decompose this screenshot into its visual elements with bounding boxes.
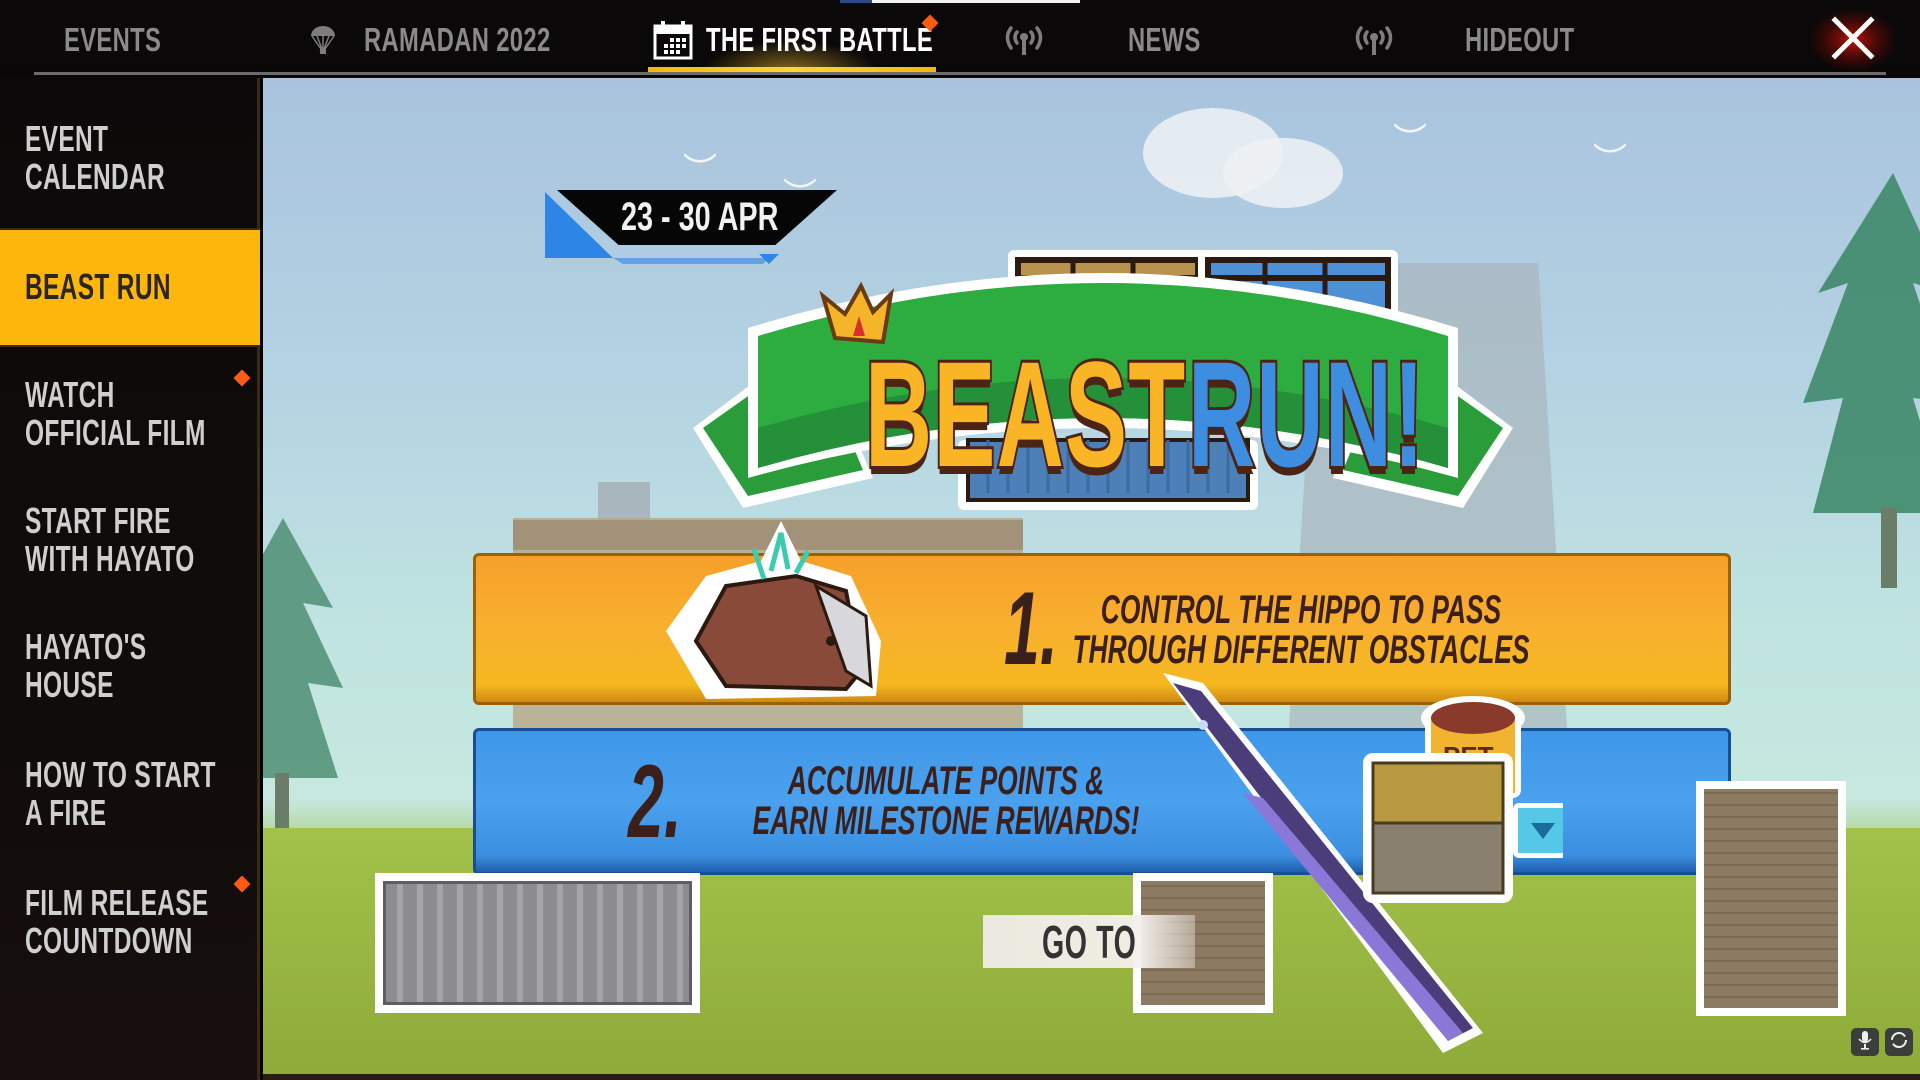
step-number: 1. xyxy=(1004,571,1058,687)
refresh-icon xyxy=(1889,1030,1909,1055)
sidebar-item-how-to-start-a-fire[interactable]: HOW TO START A FIRE xyxy=(0,750,260,860)
step-number: 2. xyxy=(628,744,682,860)
bird-icon: ︶ xyxy=(1593,142,1627,180)
event-banner-scene: ︶ ︶ ︶ ︶ 23 - 30 APR xyxy=(263,78,1920,1080)
microphone-button[interactable] xyxy=(1851,1028,1879,1056)
tab-hideout[interactable]: HIDEOUT xyxy=(1465,14,1617,66)
diamond-voucher-icon xyxy=(1513,803,1563,858)
sidebar-item-label: EVENT CALENDAR xyxy=(25,118,166,197)
bottom-edge xyxy=(263,1074,1920,1080)
tab-events[interactable]: EVENTS xyxy=(64,14,199,66)
close-button[interactable] xyxy=(1808,8,1898,72)
tab-label: THE FIRST BATTLE xyxy=(706,21,934,58)
top-indicator-bar xyxy=(840,0,1080,3)
sidebar-item-label: START FIRE WITH HAYATO xyxy=(25,500,195,579)
sidebar-item-label: BEAST RUN xyxy=(25,266,171,307)
refresh-button[interactable] xyxy=(1885,1028,1913,1056)
tab-label: EVENTS xyxy=(64,21,162,58)
sidebar-item-start-fire-with-hayato[interactable]: START FIRE WITH HAYATO xyxy=(0,496,260,606)
sidebar-item-watch-official-film[interactable]: WATCH OFFICIAL FILM xyxy=(0,368,260,478)
sidebar-item-film-release-countdown[interactable]: FILM RELEASE COUNTDOWN xyxy=(0,875,260,988)
tab-news[interactable]: NEWS xyxy=(1128,14,1229,66)
sidebar-item-event-calendar[interactable]: EVENT CALENDAR xyxy=(0,118,260,228)
title-beast: BEAST xyxy=(863,327,1187,501)
broadcast-icon xyxy=(1002,22,1046,58)
tab-ramadan-2022[interactable]: RAMADAN 2022 xyxy=(308,14,623,66)
calendar-icon xyxy=(652,20,694,60)
tab-broadcast-1[interactable] xyxy=(1002,14,1046,66)
background-chimney xyxy=(598,482,650,522)
parachute-icon xyxy=(308,25,338,55)
tab-the-first-battle[interactable]: THE FIRST BATTLE xyxy=(652,14,1021,66)
beast-run-logo: BEAST RUN! xyxy=(653,178,1553,558)
title-run: RUN! xyxy=(1186,327,1426,501)
sidebar-item-hayatos-house[interactable]: HAYATO'S HOUSE xyxy=(0,624,260,734)
tab-label: HIDEOUT xyxy=(1465,21,1575,58)
sidebar-item-label: HOW TO START A FIRE xyxy=(25,754,216,833)
step-text: CONTROL THE HIPPO TO PASS THROUGH DIFFER… xyxy=(1072,588,1530,672)
tab-label: NEWS xyxy=(1128,21,1201,58)
sidebar-item-label: HAYATO'S HOUSE xyxy=(25,626,147,705)
hippo-icon xyxy=(666,521,881,699)
sidebar-item-beast-run[interactable]: BEAST RUN xyxy=(0,228,260,347)
go-to-button[interactable]: GO TO xyxy=(983,915,1195,968)
sidebar: EVENT CALENDAR BEAST RUN WATCH OFFICIAL … xyxy=(0,78,260,1080)
tree-right xyxy=(1803,173,1920,588)
close-icon xyxy=(1831,15,1875,65)
tab-broadcast-2[interactable] xyxy=(1352,14,1396,66)
top-navigation-bar: EVENTS RAMADAN 2022 THE FIRST BATTLE NEW… xyxy=(0,0,1920,78)
microphone-icon xyxy=(1857,1030,1873,1055)
topbar-divider xyxy=(34,72,1886,75)
wooden-crate xyxy=(1696,781,1846,1016)
shipping-container xyxy=(375,873,700,1013)
step-text: ACCUMULATE POINTS & EARN MILESTONE REWAR… xyxy=(752,759,1140,843)
go-to-label: GO TO xyxy=(1041,915,1137,968)
rewards-artwork: PET xyxy=(1163,673,1563,1053)
sidebar-item-label: FILM RELEASE COUNTDOWN xyxy=(25,882,209,961)
tree-left xyxy=(263,518,343,833)
bird-icon: ︶ xyxy=(1393,122,1427,160)
tab-label: RAMADAN 2022 xyxy=(364,21,551,58)
treasure-chest-icon xyxy=(1363,753,1513,903)
sidebar-item-label: WATCH OFFICIAL FILM xyxy=(25,374,206,453)
broadcast-icon xyxy=(1352,22,1396,58)
